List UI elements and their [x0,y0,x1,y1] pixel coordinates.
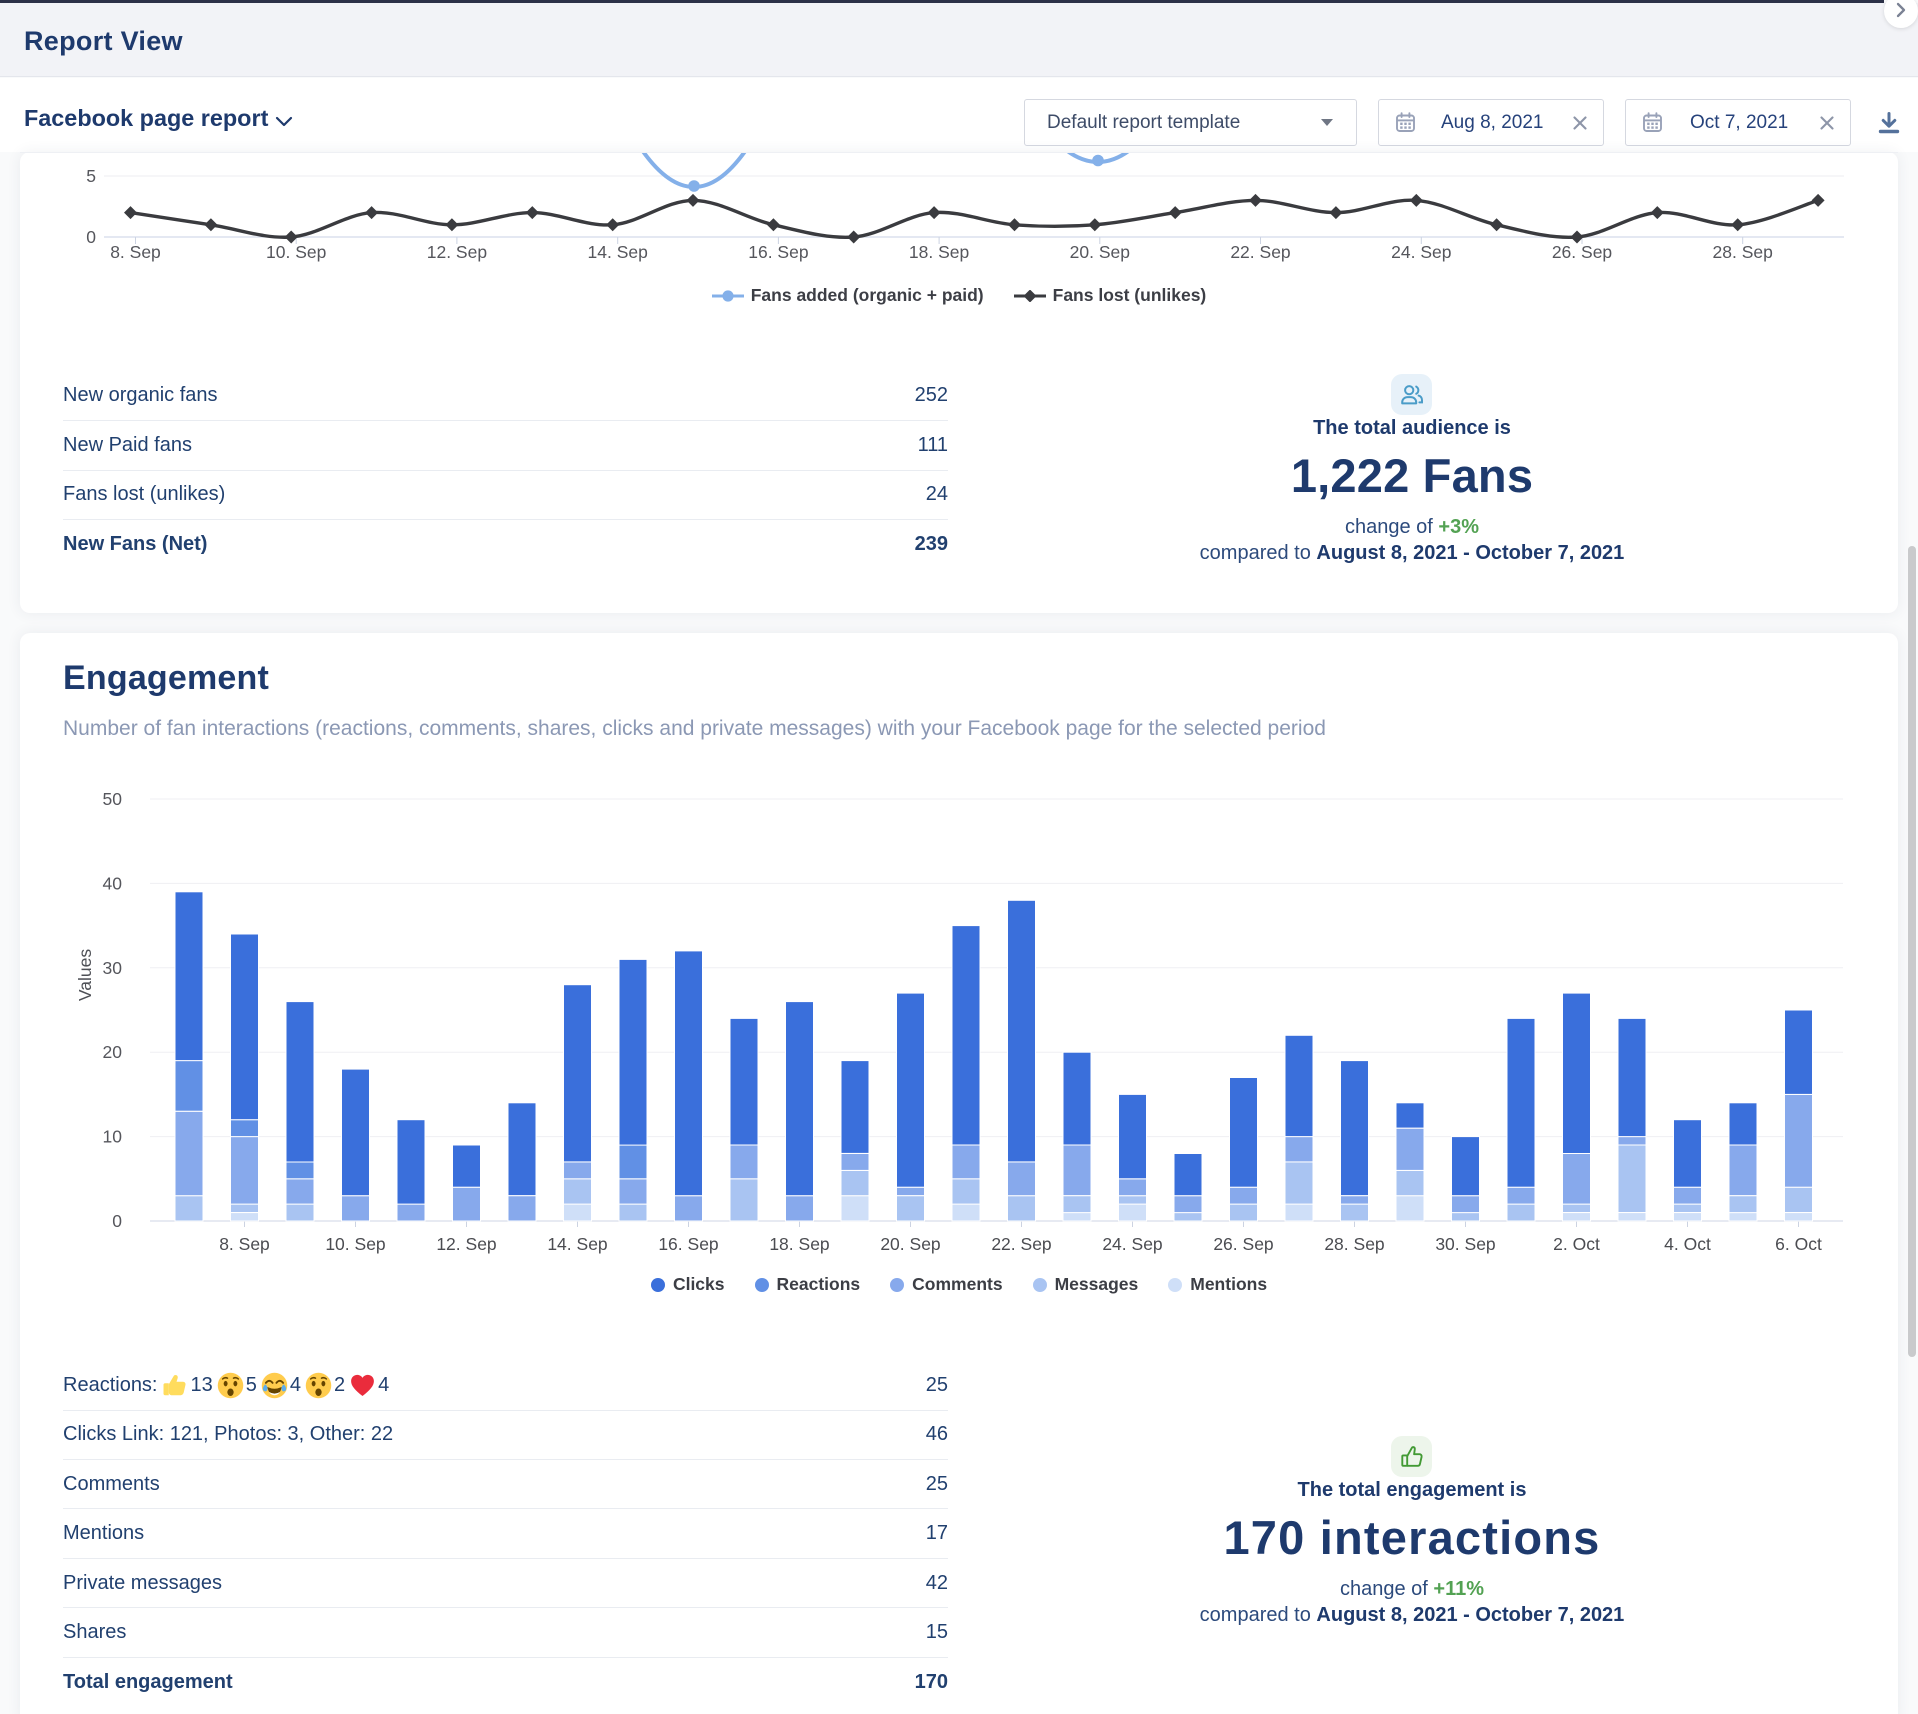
svg-text:28. Sep: 28. Sep [1713,242,1773,262]
svg-text:14. Sep: 14. Sep [547,1234,607,1254]
svg-text:12. Sep: 12. Sep [436,1234,496,1254]
svg-text:14. Sep: 14. Sep [588,242,648,262]
svg-text:30. Sep: 30. Sep [1435,1234,1495,1254]
svg-text:20. Sep: 20. Sep [880,1234,940,1254]
svg-text:16. Sep: 16. Sep [748,242,808,262]
svg-text:28. Sep: 28. Sep [1324,1234,1384,1254]
svg-text:24. Sep: 24. Sep [1102,1234,1162,1254]
svg-text:20. Sep: 20. Sep [1070,242,1130,262]
svg-text:16. Sep: 16. Sep [658,1234,718,1254]
svg-text:26. Sep: 26. Sep [1552,242,1612,262]
svg-text:10. Sep: 10. Sep [325,1234,385,1254]
svg-text:26. Sep: 26. Sep [1213,1234,1273,1254]
svg-text:10. Sep: 10. Sep [266,242,326,262]
svg-text:Values: Values [75,949,95,1001]
svg-text:22. Sep: 22. Sep [991,1234,1051,1254]
svg-text:18. Sep: 18. Sep [909,242,969,262]
svg-text:50: 50 [103,789,123,809]
svg-text:6. Oct: 6. Oct [1775,1234,1822,1254]
svg-text:30: 30 [103,958,123,978]
svg-text:20: 20 [103,1042,123,1062]
svg-text:8. Sep: 8. Sep [110,242,161,262]
svg-text:4. Oct: 4. Oct [1664,1234,1711,1254]
svg-text:8. Sep: 8. Sep [219,1234,270,1254]
svg-text:24. Sep: 24. Sep [1391,242,1451,262]
svg-text:18. Sep: 18. Sep [769,1234,829,1254]
svg-text:0: 0 [86,227,96,247]
svg-text:5: 5 [86,166,96,186]
svg-text:22. Sep: 22. Sep [1230,242,1290,262]
svg-text:12. Sep: 12. Sep [427,242,487,262]
svg-text:0: 0 [112,1211,122,1231]
svg-text:40: 40 [103,873,123,893]
svg-text:10: 10 [103,1127,123,1147]
svg-text:2. Oct: 2. Oct [1553,1234,1600,1254]
